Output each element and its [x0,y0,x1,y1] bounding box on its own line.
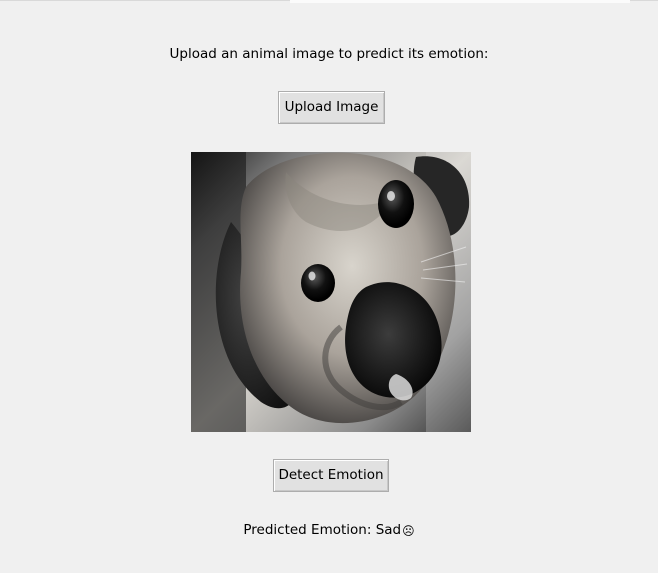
detect-emotion-button[interactable]: Detect Emotion [273,459,389,492]
upload-image-button[interactable]: Upload Image [278,91,385,124]
dog-photo-image [191,152,471,432]
prediction-prefix: Predicted Emotion: [243,522,376,538]
predicted-emotion-value: Sad [375,522,402,538]
sad-face-icon: ☹ [402,524,415,538]
instruction-label: Upload an animal image to predict its em… [169,46,489,62]
uploaded-image-preview [191,152,471,432]
window-top-highlight [290,0,630,3]
prediction-result: Predicted Emotion: Sad☹ [0,520,658,541]
